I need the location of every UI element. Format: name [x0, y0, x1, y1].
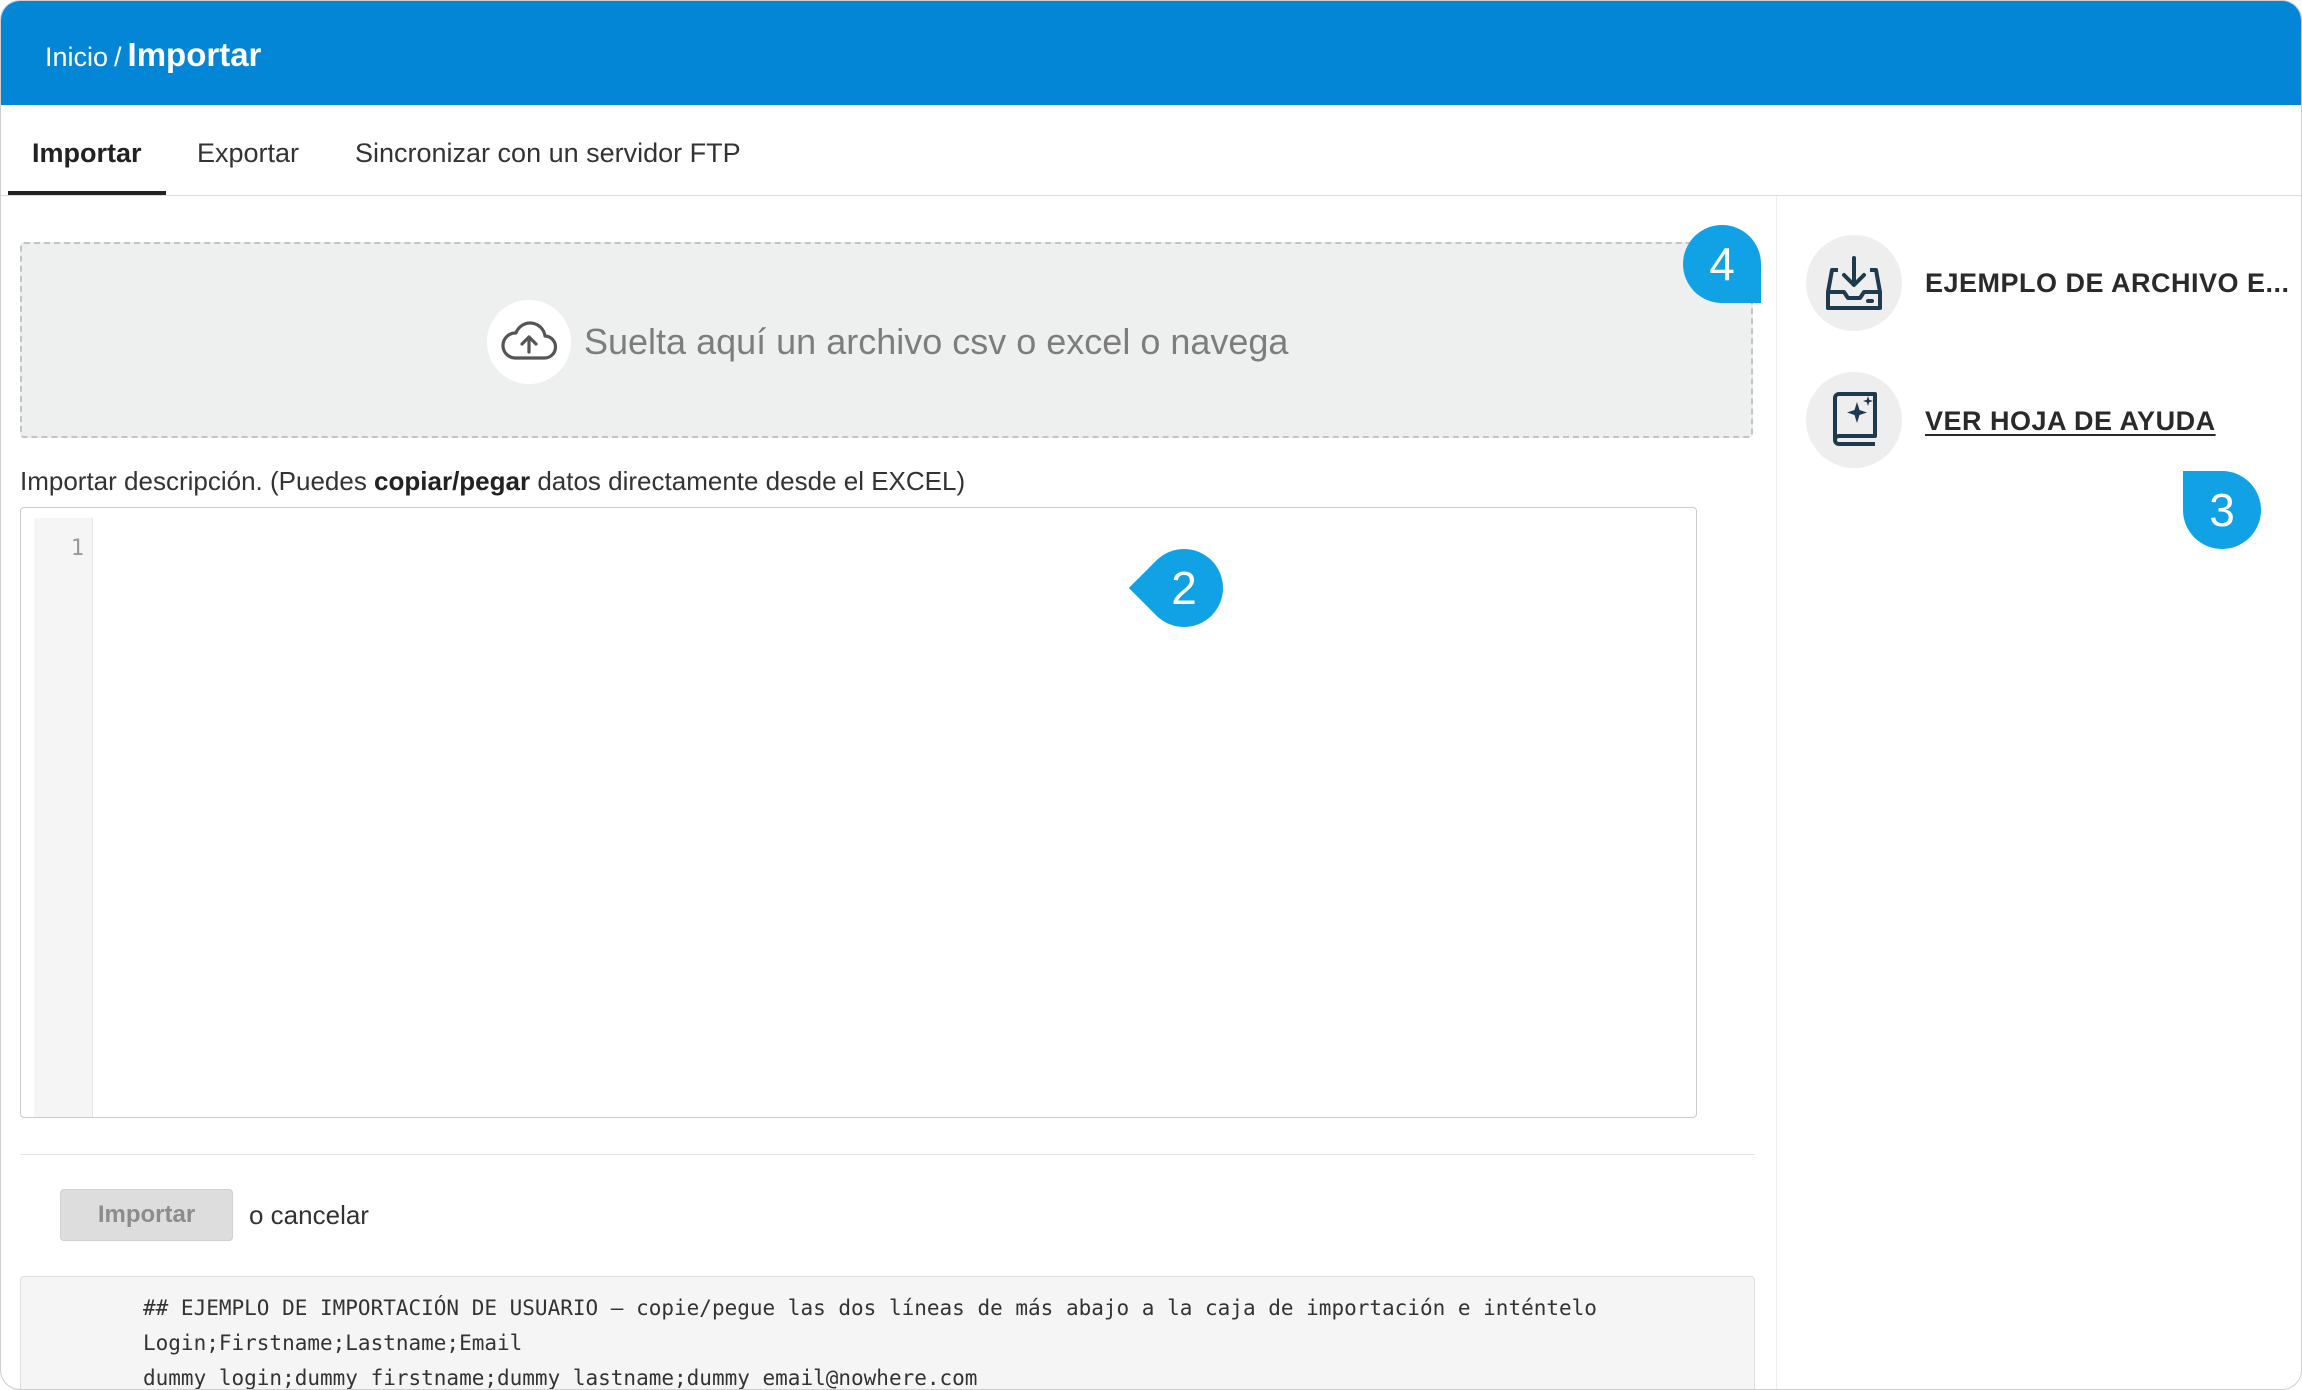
book-sparkle-icon[interactable]: [1806, 372, 1902, 468]
breadcrumb-home-link[interactable]: Inicio: [45, 42, 108, 72]
import-text-input[interactable]: [95, 518, 1692, 1113]
example-line: ## EJEMPLO DE IMPORTACIÓN DE USUARIO – c…: [143, 1296, 1597, 1320]
download-example-link[interactable]: EJEMPLO DE ARCHIVO E...: [1925, 263, 2290, 303]
file-dropzone[interactable]: Suelta aquí un archivo csv o excel o nav…: [20, 242, 1753, 438]
description-bold: copiar/pegar: [374, 466, 531, 496]
example-line: dummy_login;dummy_firstname;dummy_lastna…: [143, 1366, 978, 1390]
import-code-editor: 1: [20, 507, 1697, 1118]
description-suffix: datos directamente desde el EXCEL): [530, 466, 966, 496]
import-description-label: Importar descripción. (Puedes copiar/peg…: [20, 463, 965, 499]
callout-badge-3: 3: [2183, 471, 2261, 549]
example-line: Login;Firstname;Lastname;Email: [143, 1331, 523, 1355]
editor-gutter: 1: [34, 518, 93, 1117]
app-window: Inicio / Importar Importar Exportar Sincro…: [0, 0, 2302, 1390]
tab-bar: Importar Exportar Sincronizar con un ser…: [1, 105, 2301, 196]
breadcrumb-separator: /: [114, 42, 122, 72]
callout-badge-4: 4: [1683, 225, 1761, 303]
cloud-upload-icon: [487, 300, 571, 384]
tab-importar[interactable]: Importar: [8, 105, 165, 195]
cancel-link[interactable]: o cancelar: [249, 1197, 369, 1233]
import-example-block: ## EJEMPLO DE IMPORTACIÓN DE USUARIO – c…: [20, 1276, 1755, 1390]
callout-number: 4: [1709, 238, 1735, 290]
tray-download-icon[interactable]: [1806, 235, 1902, 331]
help-sheet-link[interactable]: VER HOJA DE AYUDA: [1925, 401, 2216, 441]
dropzone-text: Suelta aquí un archivo csv o excel o nav…: [584, 321, 1289, 362]
divider: [20, 1154, 1755, 1155]
callout-badge-2: 2: [1128, 532, 1240, 644]
description-prefix: Importar descripción. (Puedes: [20, 466, 375, 496]
import-button[interactable]: Importar: [60, 1189, 233, 1241]
callout-number: 3: [2209, 484, 2235, 536]
line-number: 1: [70, 536, 84, 561]
tab-exportar[interactable]: Exportar: [197, 105, 299, 195]
tab-sincronizar-ftp[interactable]: Sincronizar con un servidor FTP: [355, 105, 741, 195]
breadcrumb: Inicio / Importar: [45, 35, 261, 77]
callout-number: 2: [1171, 562, 1197, 614]
page-title: Importar: [127, 36, 262, 73]
header-bar: Inicio / Importar: [1, 1, 2301, 105]
sidebar-divider: [1776, 196, 1777, 1389]
